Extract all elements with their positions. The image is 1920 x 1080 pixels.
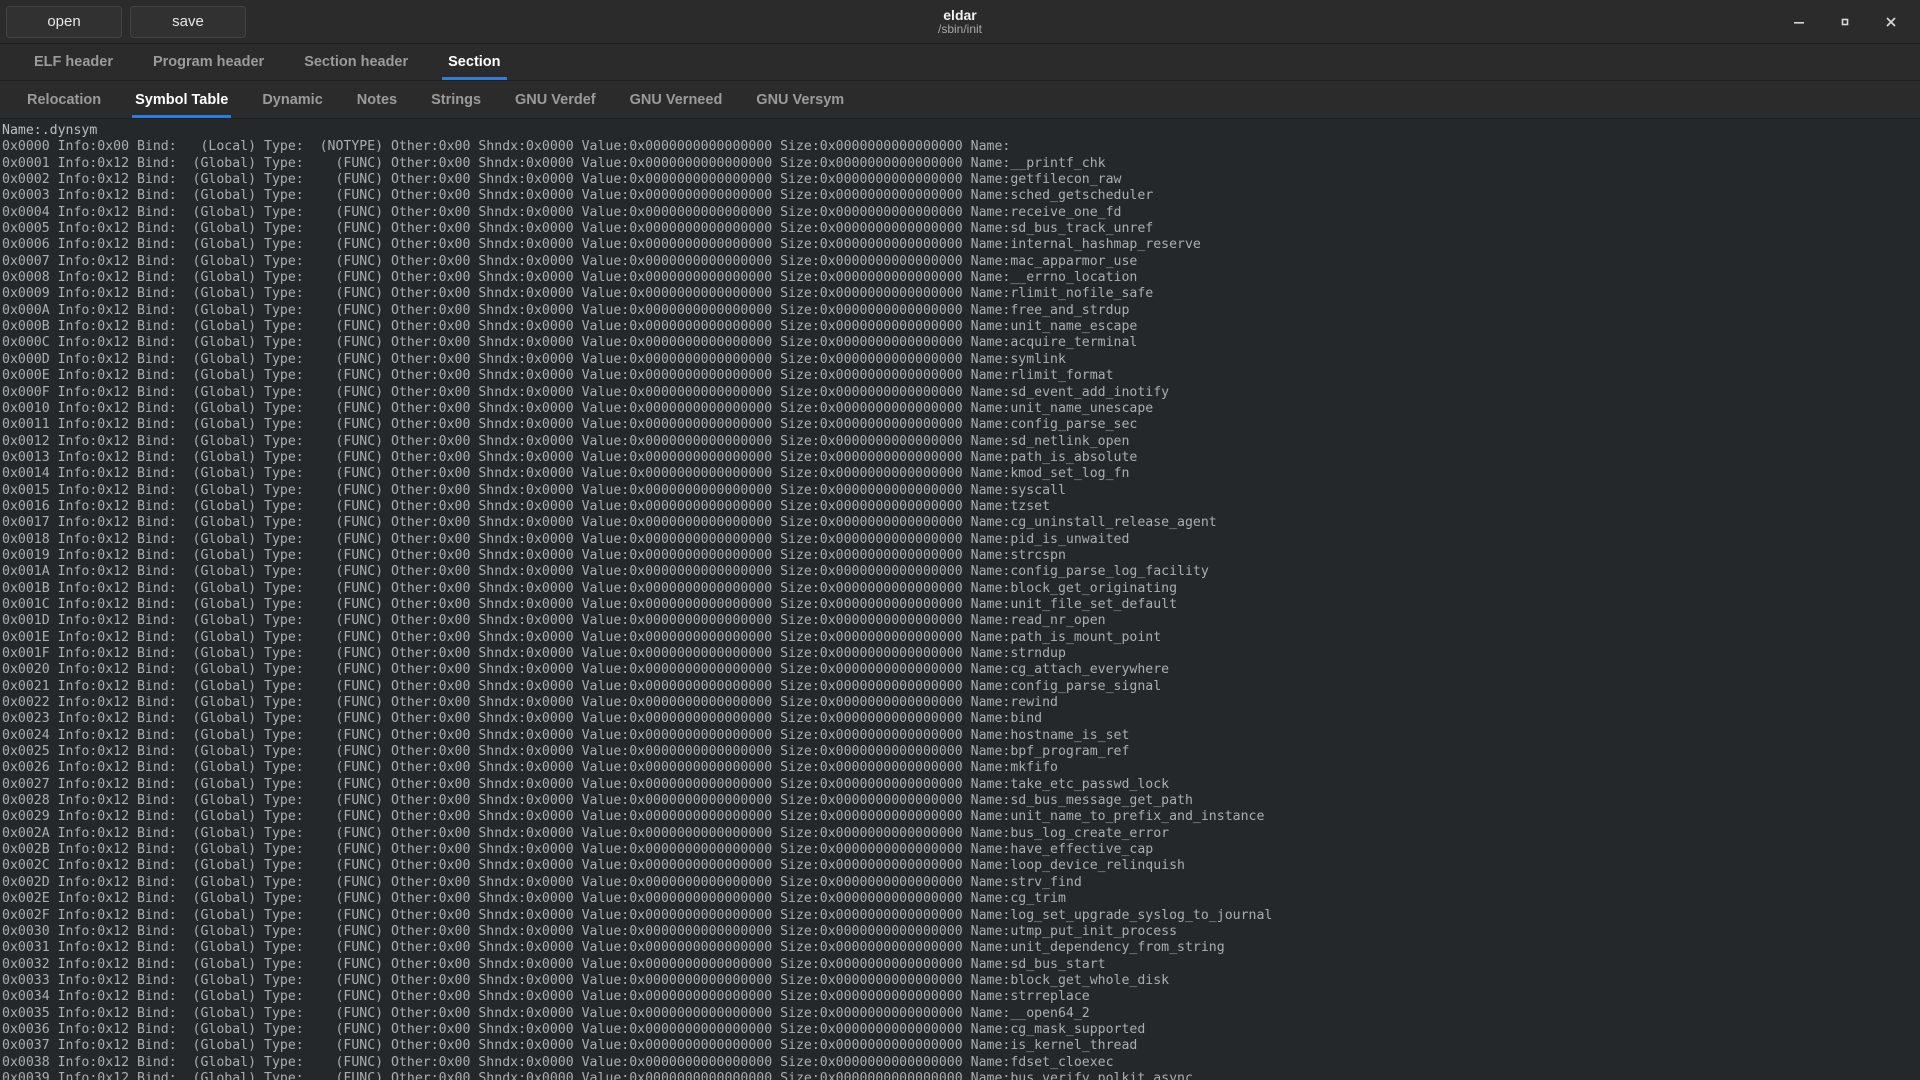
symbol-row: 0x0025 Info:0x12 Bind: (Global) Type: (F… bbox=[2, 744, 1130, 760]
title-bar: open save eldar /sbin/init bbox=[0, 0, 1920, 44]
tab-label: Strings bbox=[431, 91, 482, 108]
symbol-row: 0x000F Info:0x12 Bind: (Global) Type: (F… bbox=[2, 384, 1170, 400]
symbol-row: 0x000B Info:0x12 Bind: (Global) Type: (F… bbox=[2, 319, 1138, 335]
symbol-row: 0x0023 Info:0x12 Bind: (Global) Type: (F… bbox=[2, 711, 1043, 727]
symbol-row: 0x0037 Info:0x12 Bind: (Global) Type: (F… bbox=[2, 1038, 1138, 1054]
symbol-row: 0x0021 Info:0x12 Bind: (Global) Type: (F… bbox=[2, 678, 1162, 694]
symbol-row: 0x0011 Info:0x12 Bind: (Global) Type: (F… bbox=[2, 417, 1138, 433]
symbol-row: 0x001F Info:0x12 Bind: (Global) Type: (F… bbox=[2, 646, 1066, 661]
symbol-row: 0x0020 Info:0x12 Bind: (Global) Type: (F… bbox=[2, 662, 1170, 678]
symbol-row: 0x0010 Info:0x12 Bind: (Global) Type: (F… bbox=[2, 400, 1154, 416]
symbol-row: 0x0024 Info:0x12 Bind: (Global) Type: (F… bbox=[2, 727, 1130, 743]
symbol-row: 0x0029 Info:0x12 Bind: (Global) Type: (F… bbox=[2, 809, 1265, 825]
symbol-row: 0x0013 Info:0x12 Bind: (Global) Type: (F… bbox=[2, 449, 1138, 465]
symbol-row: 0x001B Info:0x12 Bind: (Global) Type: (F… bbox=[2, 580, 1178, 596]
tab-program-header[interactable]: Program header bbox=[133, 44, 284, 80]
tab-section[interactable]: Section bbox=[428, 44, 520, 80]
symbol-row: 0x0028 Info:0x12 Bind: (Global) Type: (F… bbox=[2, 793, 1193, 809]
tab-strings[interactable]: Strings bbox=[414, 81, 498, 118]
secondary-tab-bar: Relocation Symbol Table Dynamic Notes String… bbox=[0, 81, 1920, 119]
symbol-row: 0x0005 Info:0x12 Bind: (Global) Type: (F… bbox=[2, 221, 1154, 237]
symbol-table-listing: Name:.dynsym 0x0000 Info:0x00 Bind: (Loca… bbox=[2, 123, 1920, 1080]
tab-label: Dynamic bbox=[262, 91, 323, 108]
tab-notes[interactable]: Notes bbox=[340, 81, 414, 118]
minimize-icon[interactable] bbox=[1776, 0, 1822, 44]
tab-label: Notes bbox=[356, 91, 398, 108]
tab-gnu-verdef[interactable]: GNU Verdef bbox=[498, 81, 613, 118]
symbol-row: 0x0018 Info:0x12 Bind: (Global) Type: (F… bbox=[2, 531, 1130, 547]
symbol-row: 0x0039 Info:0x12 Bind: (Global) Type: (F… bbox=[2, 1070, 1193, 1080]
symbol-row: 0x0006 Info:0x12 Bind: (Global) Type: (F… bbox=[2, 237, 1201, 253]
section-content[interactable]: Name:.dynsym 0x0000 Info:0x00 Bind: (Loca… bbox=[0, 119, 1920, 1080]
symbol-row: 0x0019 Info:0x12 Bind: (Global) Type: (F… bbox=[2, 547, 1066, 563]
symbol-row: 0x0035 Info:0x12 Bind: (Global) Type: (F… bbox=[2, 1005, 1090, 1021]
symbol-row: 0x0022 Info:0x12 Bind: (Global) Type: (F… bbox=[2, 695, 1058, 711]
symbol-row: 0x0008 Info:0x12 Bind: (Global) Type: (F… bbox=[2, 270, 1138, 286]
tab-label: GNU Verneed bbox=[629, 91, 723, 108]
symbol-row: 0x0015 Info:0x12 Bind: (Global) Type: (F… bbox=[2, 482, 1066, 498]
symbol-row: 0x0014 Info:0x12 Bind: (Global) Type: (F… bbox=[2, 466, 1130, 482]
file-actions: open save bbox=[6, 5, 246, 38]
tab-label: ELF header bbox=[34, 54, 113, 70]
tab-symbol-table[interactable]: Symbol Table bbox=[118, 81, 245, 118]
symbol-row: 0x002B Info:0x12 Bind: (Global) Type: (F… bbox=[2, 842, 1154, 858]
symbol-row: 0x0000 Info:0x00 Bind: (Local) Type: (NO… bbox=[2, 139, 1011, 155]
symbol-row: 0x0004 Info:0x12 Bind: (Global) Type: (F… bbox=[2, 204, 1122, 220]
symbol-row: 0x0007 Info:0x12 Bind: (Global) Type: (F… bbox=[2, 253, 1138, 269]
symbol-row: 0x002C Info:0x12 Bind: (Global) Type: (F… bbox=[2, 858, 1185, 874]
symbol-row: 0x0032 Info:0x12 Bind: (Global) Type: (F… bbox=[2, 956, 1106, 972]
tab-relocation[interactable]: Relocation bbox=[10, 81, 118, 118]
window-subtitle: /sbin/init bbox=[937, 22, 983, 37]
symbol-row: 0x002F Info:0x12 Bind: (Global) Type: (F… bbox=[2, 907, 1273, 923]
tab-label: GNU Verdef bbox=[515, 91, 596, 108]
tab-label: Program header bbox=[152, 54, 265, 70]
save-button[interactable]: save bbox=[130, 5, 246, 38]
symbol-row: 0x0038 Info:0x12 Bind: (Global) Type: (F… bbox=[2, 1054, 1114, 1070]
symbol-row: 0x001E Info:0x12 Bind: (Global) Type: (F… bbox=[2, 629, 1162, 645]
tab-label: GNU Versym bbox=[756, 91, 845, 108]
symbol-row: 0x000C Info:0x12 Bind: (Global) Type: (F… bbox=[2, 335, 1138, 351]
symbol-row: 0x001A Info:0x12 Bind: (Global) Type: (F… bbox=[2, 564, 1209, 580]
symbol-row: 0x002D Info:0x12 Bind: (Global) Type: (F… bbox=[2, 874, 1082, 890]
symbol-row: 0x0001 Info:0x12 Bind: (Global) Type: (F… bbox=[2, 155, 1106, 171]
tab-label: Symbol Table bbox=[135, 91, 229, 108]
symbol-row: 0x0026 Info:0x12 Bind: (Global) Type: (F… bbox=[2, 760, 1058, 776]
open-button[interactable]: open bbox=[6, 5, 122, 38]
symbol-row: 0x0036 Info:0x12 Bind: (Global) Type: (F… bbox=[2, 1021, 1146, 1037]
window-controls bbox=[1776, 0, 1914, 44]
symbol-row: 0x0034 Info:0x12 Bind: (Global) Type: (F… bbox=[2, 989, 1090, 1005]
symbol-row: 0x001D Info:0x12 Bind: (Global) Type: (F… bbox=[2, 613, 1106, 629]
primary-tab-bar: ELF header Program header Section header Se… bbox=[0, 44, 1920, 81]
close-icon[interactable] bbox=[1868, 0, 1914, 44]
symbol-row: 0x000A Info:0x12 Bind: (Global) Type: (F… bbox=[2, 302, 1130, 318]
tab-label: Section bbox=[448, 54, 501, 70]
symbol-row: 0x001C Info:0x12 Bind: (Global) Type: (F… bbox=[2, 596, 1178, 612]
tab-gnu-verneed[interactable]: GNU Verneed bbox=[613, 81, 740, 118]
symbol-row: 0x000E Info:0x12 Bind: (Global) Type: (F… bbox=[2, 368, 1114, 384]
window-title: eldar bbox=[943, 7, 977, 24]
symbol-row: 0x0033 Info:0x12 Bind: (Global) Type: (F… bbox=[2, 972, 1170, 988]
section-name-line: Name:.dynsym bbox=[2, 123, 98, 138]
tab-label: Section header bbox=[304, 54, 409, 70]
symbol-row: 0x002A Info:0x12 Bind: (Global) Type: (F… bbox=[2, 825, 1170, 841]
symbol-row: 0x0009 Info:0x12 Bind: (Global) Type: (F… bbox=[2, 286, 1154, 302]
tab-label: Relocation bbox=[27, 91, 102, 108]
tab-elf-header[interactable]: ELF header bbox=[14, 44, 133, 80]
symbol-row: 0x0003 Info:0x12 Bind: (Global) Type: (F… bbox=[2, 188, 1154, 204]
tab-dynamic[interactable]: Dynamic bbox=[245, 81, 339, 118]
symbol-row: 0x000D Info:0x12 Bind: (Global) Type: (F… bbox=[2, 351, 1066, 367]
symbol-row: 0x0027 Info:0x12 Bind: (Global) Type: (F… bbox=[2, 776, 1170, 792]
symbol-row: 0x0012 Info:0x12 Bind: (Global) Type: (F… bbox=[2, 433, 1130, 449]
symbol-row: 0x002E Info:0x12 Bind: (Global) Type: (F… bbox=[2, 891, 1066, 907]
window-title-block: eldar /sbin/init bbox=[0, 0, 1920, 44]
maximize-icon[interactable] bbox=[1822, 0, 1868, 44]
symbol-row: 0x0030 Info:0x12 Bind: (Global) Type: (F… bbox=[2, 923, 1178, 939]
symbol-row: 0x0031 Info:0x12 Bind: (Global) Type: (F… bbox=[2, 940, 1225, 956]
symbol-row: 0x0017 Info:0x12 Bind: (Global) Type: (F… bbox=[2, 515, 1217, 531]
tab-gnu-versym[interactable]: GNU Versym bbox=[739, 81, 861, 118]
symbol-row: 0x0016 Info:0x12 Bind: (Global) Type: (F… bbox=[2, 498, 1051, 514]
tab-section-header[interactable]: Section header bbox=[284, 44, 428, 80]
symbol-row: 0x0002 Info:0x12 Bind: (Global) Type: (F… bbox=[2, 172, 1122, 188]
